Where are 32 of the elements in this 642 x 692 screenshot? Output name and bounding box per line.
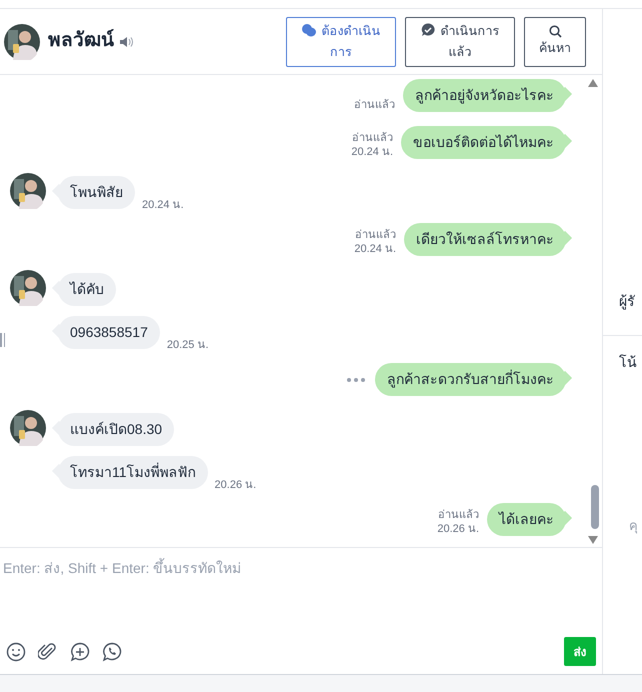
message-input[interactable]: Enter: ส่ง, Shift + Enter: ขึ้นบรรทัดใหม่ xyxy=(0,548,602,628)
more-options-icon[interactable] xyxy=(347,378,365,382)
check-bubble-icon xyxy=(420,22,434,36)
side-panel-label: โน้ xyxy=(619,353,637,372)
filter-button[interactable]: ค้นหา xyxy=(524,16,586,66)
message-time: 20.26 น. xyxy=(437,522,479,536)
message-time: 20.26 น. xyxy=(214,478,256,492)
read-receipt: อ่านแล้ว xyxy=(354,98,395,112)
message-time: 20.24 น. xyxy=(351,145,393,159)
side-panel-hint: คุ xyxy=(629,517,638,536)
message-time: 20.24 น. xyxy=(142,198,184,212)
scroll-down-icon[interactable] xyxy=(588,536,598,544)
search-icon xyxy=(548,24,562,38)
speaker-icon[interactable] xyxy=(120,36,134,48)
add-chat-icon[interactable] xyxy=(70,642,90,662)
avatar xyxy=(4,24,40,60)
message-time: 20.24 น. xyxy=(354,242,396,256)
filter-button[interactable]: ดำเนินการแล้ว xyxy=(405,16,515,66)
resize-handle-icon[interactable] xyxy=(0,333,5,347)
side-panel-label: ผู้รั xyxy=(619,292,635,312)
read-receipt: อ่านแล้ว xyxy=(352,131,393,145)
filter-button[interactable]: ต้องดำเนินการ xyxy=(286,16,396,66)
paperclip-icon[interactable] xyxy=(38,642,58,662)
chat-bubbles-icon xyxy=(302,24,316,36)
contact-name: พลวัฒน์ xyxy=(48,28,114,54)
scroll-up-icon[interactable] xyxy=(588,79,598,87)
message-time: 20.25 น. xyxy=(166,338,209,352)
phone-chat-icon[interactable] xyxy=(102,642,122,662)
read-receipt: อ่านแล้ว xyxy=(355,228,396,242)
read-receipt: อ่านแล้ว xyxy=(438,508,479,522)
emoji-icon[interactable] xyxy=(6,642,26,662)
scrollbar-thumb[interactable] xyxy=(591,485,599,529)
